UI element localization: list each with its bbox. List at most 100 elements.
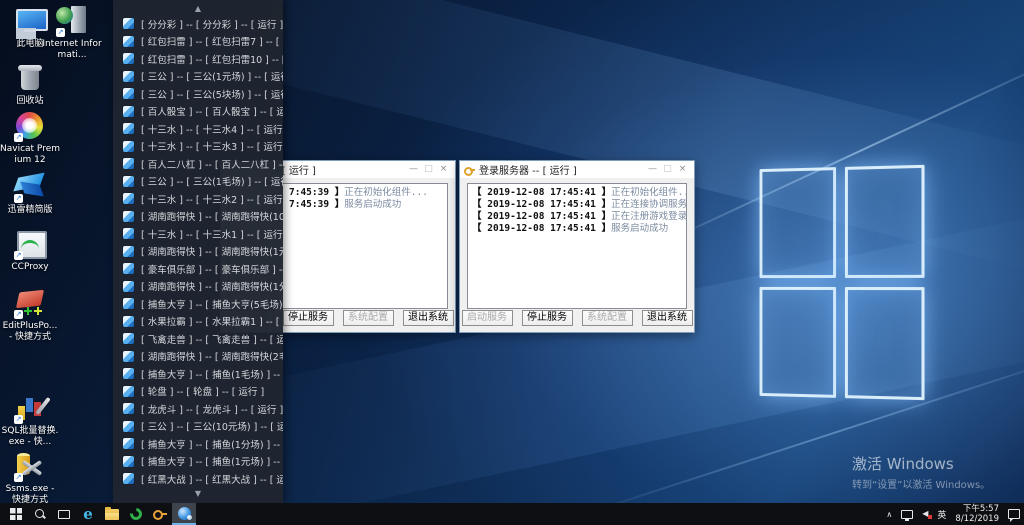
windows-logo-wallpaper (760, 165, 925, 400)
game-app-icon (123, 316, 134, 327)
jumplist-item[interactable]: [ 三公 ] -- [ 三公(5块场) ] -- [ 运行 ] (113, 85, 283, 103)
icon-label: SQL批量替换.exe - 快... (0, 426, 60, 448)
log-area[interactable]: 【 2019-12-08 17:45:41 】正在初始化组件... 【 2019… (467, 183, 687, 309)
jumplist-item[interactable]: [ 龙虎斗 ] -- [ 龙虎斗 ] -- [ 运行 ] (113, 400, 283, 418)
game-app-icon (123, 88, 134, 99)
jumplist-item[interactable]: [ 水果拉霸 ] -- [ 水果拉霸1 ] -- [ 运行 ] (113, 313, 283, 331)
jumplist-item[interactable]: [ 三公 ] -- [ 三公(1毛场) ] -- [ 运行 ] (113, 173, 283, 191)
desktop-icon-iis[interactable]: Internet Informati... (42, 5, 102, 61)
taskbar-item-file-explorer[interactable] (100, 503, 124, 525)
scroll-up-icon[interactable]: ▲ (113, 3, 283, 15)
start-service-button: 启动服务 (462, 310, 513, 326)
jumplist-item[interactable]: [ 三公 ] -- [ 三公(1元场) ] -- [ 运行 ] (113, 68, 283, 86)
shortcut-arrow-icon (14, 251, 23, 260)
taskbar-item-game-server-active[interactable] (172, 503, 196, 525)
game-app-icon (123, 36, 134, 47)
search-button[interactable] (28, 503, 52, 525)
action-center-icon[interactable] (1008, 509, 1020, 519)
desktop-icon-ssms[interactable]: Ssms.exe - 快捷方式 (0, 450, 60, 506)
desktop-icon-navicat[interactable]: Navicat Premium 12 (0, 110, 60, 166)
iis-icon (55, 5, 89, 37)
game-app-icon (123, 298, 134, 309)
windows-logo-icon (10, 508, 22, 520)
system-tray: ∧ ◀ 英 下午5:57 8/12/2019 (886, 504, 1024, 524)
game-app-icon (123, 263, 134, 274)
jumplist-item[interactable]: [ 轮盘 ] -- [ 轮盘 ] -- [ 运行 ] (113, 383, 283, 401)
stop-service-button[interactable]: 停止服务 (283, 310, 334, 326)
activate-windows-watermark: 激活 Windows 转到“设置”以激活 Windows。 (852, 453, 990, 491)
game-app-icon (123, 106, 134, 117)
game-app-icon (123, 421, 134, 432)
scroll-down-icon[interactable]: ▼ (113, 488, 283, 500)
jumplist-item[interactable]: [ 捕鱼大亨 ] -- [ 捕鱼大亨(5毛场) ] -- [ 运行 ] (113, 295, 283, 313)
jumplist-item[interactable]: [ 飞禽走兽 ] -- [ 飞禽走兽 ] -- [ 运行 ] (113, 330, 283, 348)
log-line: 【 2019-12-08 17:45:41 】服务启动成功 (472, 223, 682, 235)
jumplist-item[interactable]: [ 十三水 ] -- [ 十三水3 ] -- [ 运行 ] (113, 138, 283, 156)
minimize-button[interactable]: — (406, 161, 421, 178)
jumplist-item[interactable]: [ 捕鱼大亨 ] -- [ 捕鱼(1毛场) ] -- [ 运行 ] (113, 365, 283, 383)
titlebar[interactable]: 登录服务器 -- [ 运行 ] — □ × (460, 161, 694, 178)
sql-batch-replace-icon (13, 392, 47, 424)
exit-system-button[interactable]: 退出系统 (403, 310, 454, 326)
desktop-icon-thunder[interactable]: 迅雷精简版 (0, 171, 60, 216)
system-config-button: 系统配置 (582, 310, 633, 326)
icon-label: CCProxy (0, 262, 60, 273)
jumplist-item[interactable]: [ 豪车俱乐部 ] -- [ 豪车俱乐部 ] -- [ 运行 ] (113, 260, 283, 278)
game-app-icon (123, 53, 134, 64)
close-button[interactable]: × (675, 161, 690, 178)
jumplist-item[interactable]: [ 三公 ] -- [ 三公(10元场) ] -- [ 运行 ] (113, 418, 283, 436)
game-app-icon (123, 123, 134, 134)
login-server-window[interactable]: 登录服务器 -- [ 运行 ] — □ × 【 2019-12-08 17:45… (459, 160, 695, 333)
windows-desktop: 此电脑 Internet Informati... 回收站 Navicat Pr… (0, 0, 1024, 525)
jumplist-item[interactable]: [ 捕鱼大亨 ] -- [ 捕鱼(1元场) ] -- [ 运行 ] (113, 453, 283, 471)
jumplist-item[interactable]: [ 湖南跑得快 ] -- [ 湖南跑得快(2毛场) ] -- [ 运行 ] (113, 348, 283, 366)
language-indicator[interactable]: 英 (937, 508, 946, 521)
key-icon (464, 165, 475, 174)
jumplist-item[interactable]: [ 十三水 ] -- [ 十三水2 ] -- [ 运行 ] (113, 190, 283, 208)
log-line: 【 2019-12-08 17:45:41 】正在注册游戏登录服务器... (472, 211, 682, 223)
jumplist-item[interactable]: [ 湖南跑得快 ] -- [ 湖南跑得快(10元场) ] -- [ 运行 ] (113, 208, 283, 226)
jumplist-item[interactable]: [ 十三水 ] -- [ 十三水1 ] -- [ 运行 ] (113, 225, 283, 243)
key-icon (153, 509, 167, 519)
game-app-icon (123, 141, 134, 152)
stop-service-button[interactable]: 停止服务 (522, 310, 573, 326)
tray-expand-chevron[interactable]: ∧ (886, 510, 892, 519)
ccproxy-icon (13, 228, 47, 260)
jumplist-item[interactable]: [ 分分彩 ] -- [ 分分彩 ] -- [ 运行 ] (113, 15, 283, 33)
close-button[interactable]: × (436, 161, 451, 178)
exit-system-button[interactable]: 退出系统 (642, 310, 693, 326)
desktop-icon-editplus[interactable]: EditPlusPo... - 快捷方式 (0, 287, 60, 343)
jumplist-item[interactable]: [ 湖南跑得快 ] -- [ 湖南跑得快(1分场) ] -- [ 运行 ] (113, 278, 283, 296)
watermark-title: 激活 Windows (852, 453, 990, 474)
desktop-icon-ccproxy[interactable]: CCProxy (0, 228, 60, 273)
tools-cross (22, 460, 42, 476)
jumplist-item[interactable]: [ 红包扫雷 ] -- [ 红包扫雷10 ] -- [ 运行 ] (113, 50, 283, 68)
game-app-icon (123, 193, 134, 204)
taskbar-clock[interactable]: 下午5:57 8/12/2019 (955, 504, 999, 524)
jumplist-item[interactable]: [ 百人二八杠 ] -- [ 百人二八杠 ] -- [ 运行 ] (113, 155, 283, 173)
desktop-icon-sql-replace[interactable]: SQL批量替换.exe - 快... (0, 392, 60, 448)
taskbar: e ∧ ◀ 英 下午5:57 8/12/2019 (0, 503, 1024, 525)
desktop-icon-recycle-bin[interactable]: 回收站 (0, 62, 60, 107)
jumplist-item[interactable]: [ 红包扫雷 ] -- [ 红包扫雷7 ] -- [ 运行 ] (113, 33, 283, 51)
task-view-icon (58, 510, 70, 519)
taskbar-item-ie[interactable]: e (76, 503, 100, 525)
internet-explorer-icon: e (83, 507, 93, 522)
task-view-button[interactable] (52, 503, 76, 525)
jumplist-item[interactable]: [ 十三水 ] -- [ 十三水4 ] -- [ 运行 ] (113, 120, 283, 138)
taskbar-item-green-app[interactable] (124, 503, 148, 525)
jumplist-item[interactable]: [ 红黑大战 ] -- [ 红黑大战 ] -- [ 运行 ] (113, 470, 283, 488)
start-button[interactable] (4, 503, 28, 525)
game-app-icon (123, 438, 134, 449)
taskbar-item-login-server[interactable] (148, 503, 172, 525)
icon-label: Navicat Premium 12 (0, 144, 60, 166)
network-icon[interactable] (901, 510, 913, 519)
jumplist-item[interactable]: [ 湖南跑得快 ] -- [ 湖南跑得快(1元场) ] -- [ 运行 ] (113, 243, 283, 261)
game-server-app-icon (178, 507, 191, 520)
logo-pane (760, 167, 837, 278)
volume-muted-icon[interactable]: ◀ (922, 509, 928, 519)
jumplist-item[interactable]: [ 百人骰宝 ] -- [ 百人骰宝 ] -- [ 运行 ] (113, 103, 283, 121)
jumplist-item[interactable]: [ 捕鱼大亨 ] -- [ 捕鱼(1分场) ] -- [ 运行 ] (113, 435, 283, 453)
game-app-icon (123, 456, 134, 467)
minimize-button[interactable]: — (645, 161, 660, 178)
